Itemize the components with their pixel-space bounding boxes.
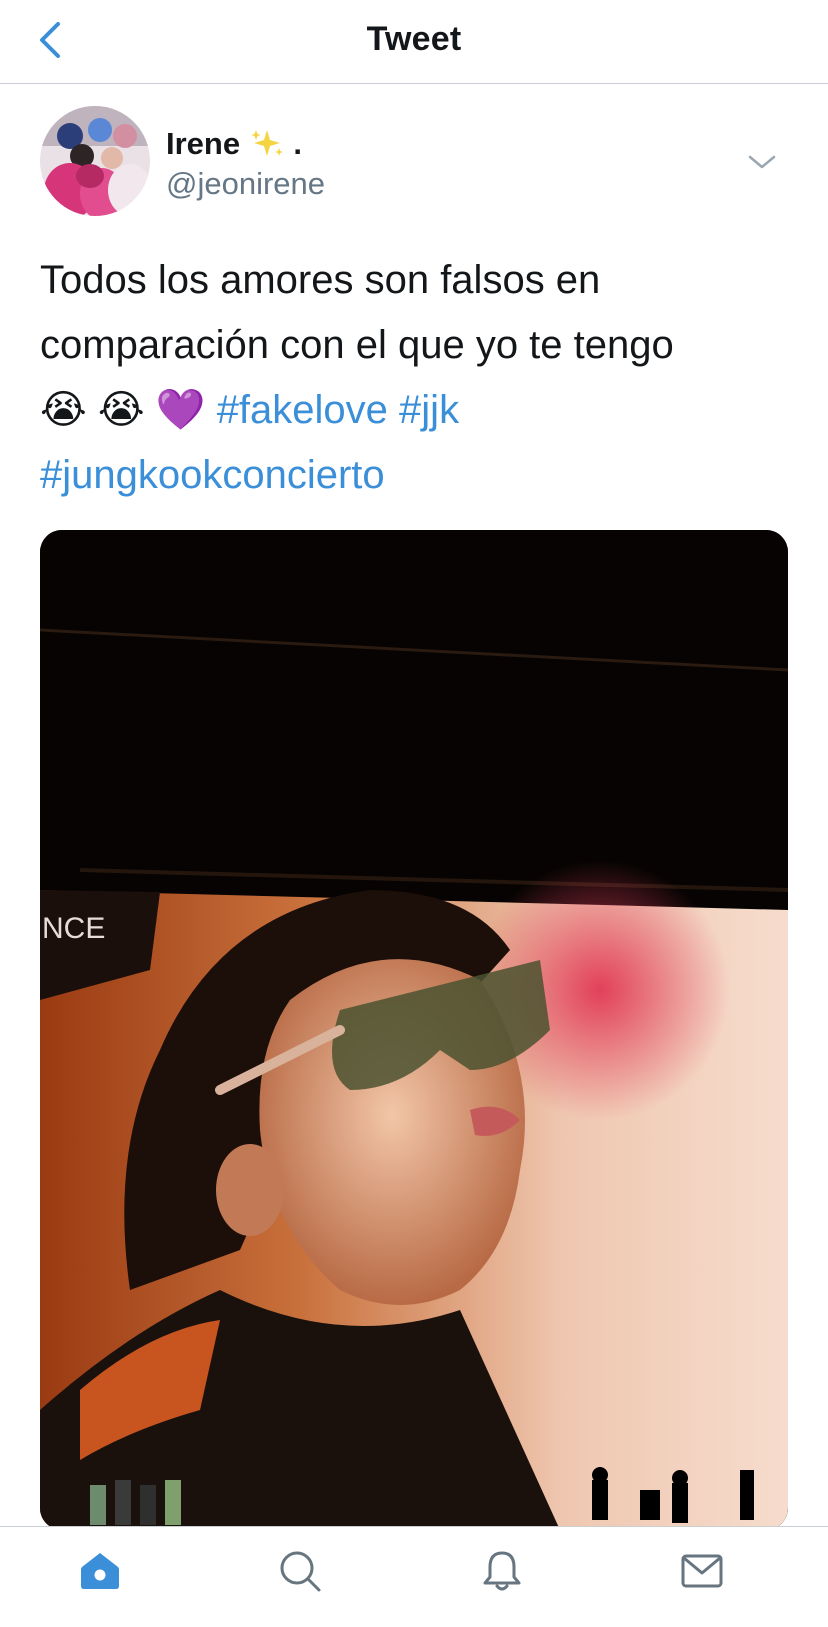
tweet-photo[interactable]: NCE [40,530,788,1530]
mail-icon [681,1554,723,1588]
tab-home[interactable] [70,1541,130,1601]
crying-face-emoji-2: 😭 [97,387,145,433]
tab-notifications[interactable] [472,1541,532,1601]
tweet-line-3: 😭 😭 💜 #fakelove #jjk [40,378,790,443]
avatar[interactable] [40,106,150,216]
screen-text: NCE [42,912,105,945]
hashtag-jungkookconcierto[interactable]: #jungkookconcierto [40,453,385,497]
tweet-header: Irene . @jeonirene [40,106,800,218]
tweet-line-4: #jungkookconcierto [40,443,790,508]
hashtag-jjk[interactable]: #jjk [399,388,459,432]
bell-icon [483,1551,521,1591]
home-icon [81,1553,119,1589]
top-navigation-bar: Tweet [0,0,828,84]
tab-search[interactable] [270,1541,330,1601]
user-handle[interactable]: @jeonirene [166,166,325,202]
chevron-down-icon [748,155,776,169]
tab-messages[interactable] [672,1541,732,1601]
bottom-tab-bar [0,1526,828,1627]
hashtag-fakelove[interactable]: #fakelove [217,388,388,432]
search-icon [280,1551,321,1592]
sparkles-icon [250,130,283,156]
tweet-text: Todos los amores son falsos en comparaci… [40,248,790,508]
purple-heart-emoji: 💜 [155,387,206,433]
crying-face-emoji-1: 😭 [40,387,87,433]
concert-photo-illustration: NCE [40,530,788,1530]
tweet-line-2: comparación con el que yo te tengo [40,323,674,367]
tweet-options-button[interactable] [744,150,780,174]
display-name[interactable]: Irene . [166,126,302,162]
group-photo-avatar [40,106,150,216]
tweet-line-1: Todos los amores son falsos en [40,258,601,302]
page-title: Tweet [366,20,462,58]
